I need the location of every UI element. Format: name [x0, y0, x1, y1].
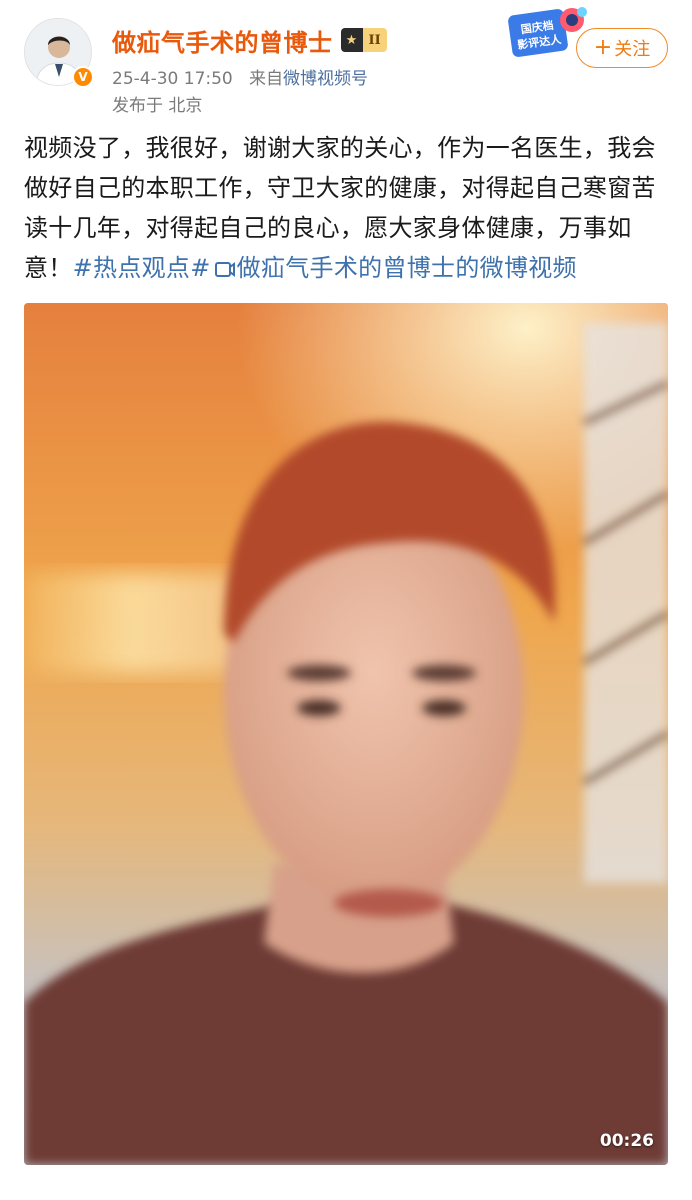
- level-badge[interactable]: ★ II: [340, 28, 387, 52]
- video-icon: [214, 262, 235, 277]
- level-label: II: [368, 32, 381, 48]
- user-name[interactable]: 做疝气手术的曾博士: [112, 23, 333, 58]
- post-meta: 25-4-30 17:50 来自微博视频号: [112, 64, 368, 89]
- video-link[interactable]: 做疝气手术的曾博士的微博视频: [211, 254, 577, 282]
- plus-icon: +: [593, 35, 613, 60]
- post-timestamp: 25-4-30 17:50: [112, 69, 233, 89]
- video-thumbnail: [24, 303, 668, 1165]
- post-location: 发布于 北京: [112, 96, 203, 116]
- verified-icon: V: [72, 66, 94, 88]
- follow-button[interactable]: + 关注: [576, 28, 668, 68]
- crown-icon: ★: [345, 32, 358, 48]
- video-link-label: 做疝气手术的曾博士的微博视频: [236, 254, 577, 282]
- follow-label: 关注: [614, 39, 651, 60]
- post-source[interactable]: 微博视频号: [283, 69, 368, 89]
- name-row: 做疝气手术的曾博士 ★ II: [112, 22, 387, 58]
- video-duration: 00:26: [599, 1131, 654, 1151]
- hashtag-link[interactable]: #热点观点#: [73, 254, 211, 282]
- source-prefix: 来自: [248, 69, 283, 89]
- video-player[interactable]: 00:26: [24, 303, 668, 1165]
- post-header: V 做疝气手术的曾博士 ★ II 25-4-30 17:50 来自微博视频号 发…: [0, 0, 692, 120]
- post-text: 视频没了，我很好，谢谢大家的关心，作为一名医生，我会做好自己的本职工作，守卫大家…: [24, 128, 672, 288]
- avatar[interactable]: V: [24, 18, 94, 88]
